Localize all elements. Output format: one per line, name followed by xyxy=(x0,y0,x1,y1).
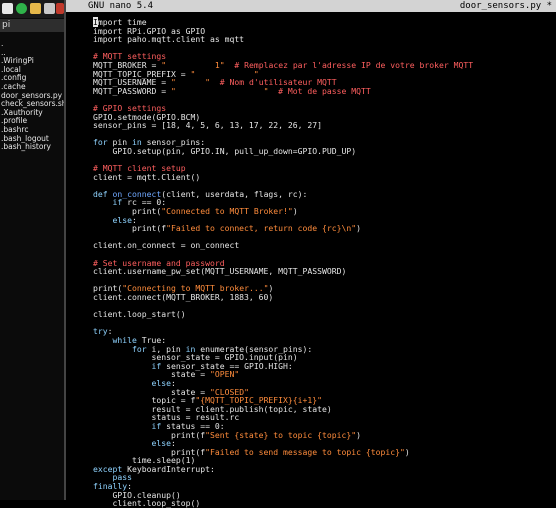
nano-filename: door_sensors.py * xyxy=(459,1,552,11)
file-manager-panel: pi ... .WiringPi .local .config .cache door_s… xyxy=(0,0,66,500)
file-list: ... .WiringPi .local .config .cache door_sens… xyxy=(0,40,64,152)
folder-icon[interactable] xyxy=(30,3,41,14)
code-line[interactable]: print(f"Failed to connect, return code {… xyxy=(93,224,473,233)
code-token: # Remplacez par l'adresse IP de votre br… xyxy=(224,59,474,70)
code-token: # Mot de passe MQTT xyxy=(268,85,371,96)
code-token: ) xyxy=(292,206,298,217)
code-token: "Sent {state} to topic {topic}" xyxy=(205,429,357,440)
file-list-item[interactable]: .bash_logout xyxy=(0,135,64,144)
file-list-item[interactable]: door_sensors.py xyxy=(0,92,64,101)
code-token: "OPEN" xyxy=(209,369,240,380)
nano-version: GNU nano 5.4 xyxy=(88,1,154,11)
code-line[interactable]: client.connect(MQTT_BROKER, 1883, 60) xyxy=(93,293,473,302)
code-token: client.username_pw_set(MQTT_USERNAME, MQ… xyxy=(93,266,347,277)
new-window-icon[interactable] xyxy=(2,3,13,14)
code-token: ) xyxy=(356,429,362,440)
file-list-item[interactable]: .. xyxy=(0,49,64,58)
code-token: MQTT_PASSWORD = xyxy=(93,85,171,96)
refresh-icon[interactable] xyxy=(16,3,27,14)
code-editor[interactable]: Import time import RPi.GPIO as GPIO import… xyxy=(93,17,474,508)
file-list-item[interactable]: .profile xyxy=(0,117,64,126)
code-line[interactable]: client.username_pw_set(MQTT_USERNAME, MQ… xyxy=(93,267,473,276)
code-token: import paho.mqtt.client as mqtt xyxy=(93,34,245,45)
code-line[interactable]: client.loop_start() xyxy=(93,310,473,319)
code-line[interactable]: print("Connected to MQTT Broker!") xyxy=(93,207,473,216)
code-token: sensor_pins = [18, 4, 5, 6, 13, 17, 22, … xyxy=(93,120,323,131)
code-line[interactable]: client = mqtt.Client() xyxy=(93,171,473,182)
code-line[interactable] xyxy=(93,319,473,328)
code-token: (client, userdata, flags, rc): xyxy=(161,188,308,199)
code-line[interactable]: MQTT_PASSWORD = " " # Mot de passe MQTT xyxy=(93,85,473,96)
code-token: KeyboardInterrupt: xyxy=(122,463,215,474)
code-line[interactable]: sensor_pins = [18, 4, 5, 6, 13, 17, 22, … xyxy=(93,121,473,130)
file-list-item[interactable]: .config xyxy=(0,74,64,83)
file-list-item[interactable]: .local xyxy=(0,66,64,75)
code-line[interactable]: pass xyxy=(93,473,473,482)
code-line[interactable]: except KeyboardInterrupt: xyxy=(93,465,473,474)
file-list-item[interactable]: .Xauthority xyxy=(0,109,64,118)
code-line[interactable]: GPIO.setup(pin, GPIO.IN, pull_up_down=GP… xyxy=(93,147,473,156)
code-token: client = mqtt.Client() xyxy=(93,171,201,182)
code-line[interactable]: import paho.mqtt.client as mqtt xyxy=(93,35,473,44)
code-token: "Failed to connect, return code {rc}\n" xyxy=(166,223,357,234)
code-line[interactable]: client.on_connect = on_connect xyxy=(93,241,473,250)
location-bar[interactable]: pi xyxy=(0,19,64,32)
code-token: client.loop_start() xyxy=(93,309,186,320)
file-list-item[interactable]: .bashrc xyxy=(0,126,64,135)
file-list-item[interactable]: .cache xyxy=(0,83,64,92)
nano-editor-window[interactable]: GNU nano 5.4 door_sensors.py * Import ti… xyxy=(66,0,556,508)
close-icon[interactable] xyxy=(56,3,64,14)
file-manager-toolbar xyxy=(0,0,64,18)
code-token: client.on_connect = on_connect xyxy=(93,240,240,251)
code-token: "Failed to send message to topic {topic}… xyxy=(205,446,405,457)
code-token: GPIO.setup(pin, GPIO.IN, pull_up_down=GP… xyxy=(93,145,357,156)
view-icon[interactable] xyxy=(44,3,55,14)
code-token: client.connect(MQTT_BROKER, 1883, 60) xyxy=(93,292,274,302)
nano-title-bar: GNU nano 5.4 door_sensors.py * xyxy=(66,0,556,12)
file-list-item[interactable]: check_sensors.sh xyxy=(0,100,64,109)
code-line[interactable]: client.loop_stop() xyxy=(93,499,473,508)
redacted-value xyxy=(175,86,264,96)
code-token: ) xyxy=(356,223,362,234)
code-token: ) xyxy=(404,446,410,457)
code-token: print(f xyxy=(93,223,167,234)
file-list-item[interactable]: .WiringPi xyxy=(0,57,64,66)
code-token: "Connected to MQTT Broker!" xyxy=(161,206,293,217)
file-list-item[interactable]: .bash_history xyxy=(0,143,64,152)
file-list-item[interactable]: . xyxy=(0,40,64,49)
